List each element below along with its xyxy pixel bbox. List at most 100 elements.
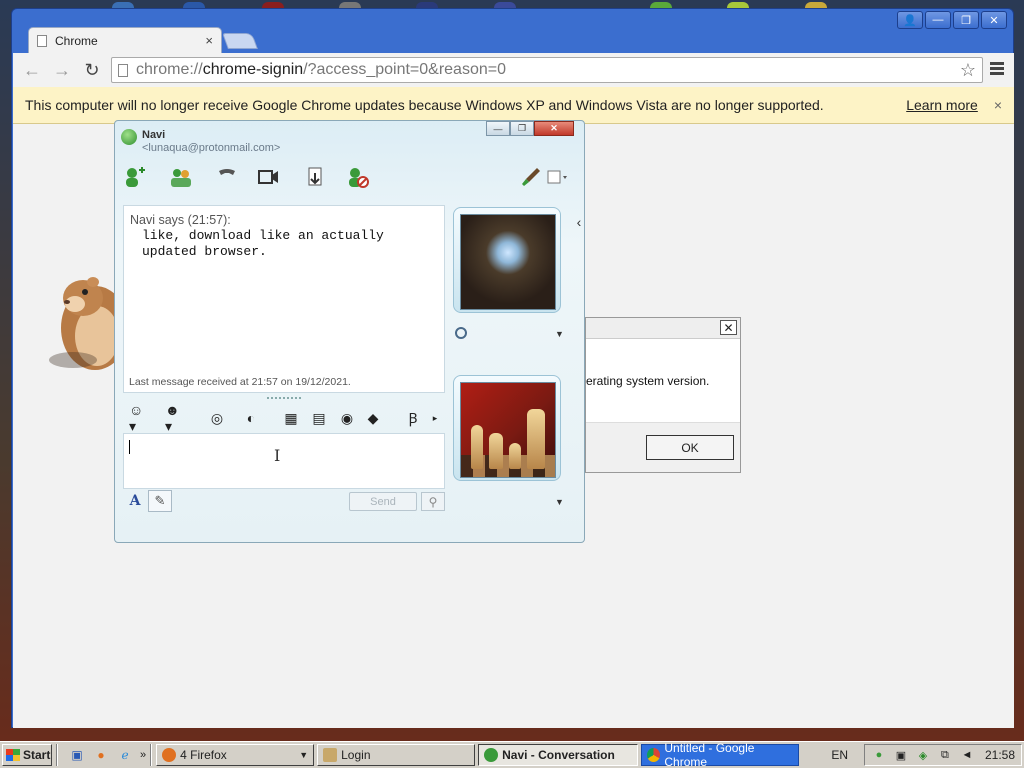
collapse-panel-button[interactable]: ‹	[572, 207, 586, 237]
my-picture-frame[interactable]	[453, 375, 561, 481]
start-label: Start	[23, 748, 51, 762]
ie-icon[interactable]: ℯ	[116, 747, 134, 763]
my-picture-dropdown[interactable]: ▼	[555, 497, 564, 507]
messenger-window: Navi <lunaqua@protonmail.com> — ❐ ✕ Navi…	[114, 120, 585, 543]
volume-icon[interactable]: ◄	[959, 748, 975, 762]
maximize-button[interactable]: ❐	[510, 121, 534, 136]
dialog-close-button[interactable]: ✕	[720, 320, 737, 335]
dialog-message: erating system version.	[586, 374, 710, 388]
background-icon[interactable]: ▦	[281, 409, 301, 427]
task-label: 4 Firefox	[180, 748, 227, 762]
tab-title: Chrome	[55, 33, 98, 48]
invite-icon[interactable]	[169, 165, 193, 189]
last-message-status: Last message received at 21:57 on 19/12/…	[129, 376, 351, 388]
url-host: chrome-signin	[202, 61, 304, 78]
page-icon	[37, 34, 47, 47]
tab-close-icon[interactable]: ×	[205, 33, 213, 48]
start-button[interactable]: Start	[2, 744, 52, 766]
ibeam-cursor-icon: I	[274, 446, 281, 465]
emoticon-icon[interactable]: ☺▾	[129, 402, 149, 434]
forward-arrow-icon[interactable]: →	[51, 59, 73, 81]
firefox-icon[interactable]: ●	[92, 747, 110, 763]
task-label: Navi - Conversation	[502, 748, 615, 762]
messenger-tray-icon[interactable]: ●	[871, 748, 887, 762]
show-desktop-icon[interactable]: ▣	[68, 747, 86, 763]
url-text[interactable]: chrome://chrome-signin/?access_point=0&r…	[136, 61, 952, 79]
quicklaunch-more[interactable]: »	[140, 749, 146, 761]
wink-icon[interactable]: ☻▾	[165, 402, 185, 434]
menu-icon[interactable]	[990, 62, 1004, 76]
handwriting-icon[interactable]: ✎	[148, 490, 172, 512]
clock: 21:58	[984, 748, 1015, 762]
address-bar[interactable]: chrome://chrome-signin/?access_point=0&r…	[111, 57, 983, 83]
font-button[interactable]: A	[125, 492, 145, 510]
minimize-button[interactable]: —	[925, 11, 951, 29]
contact-display-picture	[460, 214, 556, 310]
language-indicator[interactable]: EN	[831, 748, 848, 762]
network-icon[interactable]: ⧉	[937, 748, 953, 762]
back-arrow-icon[interactable]: ←	[21, 59, 43, 81]
text-format-icon[interactable]: Ꞵ	[403, 409, 423, 427]
page-icon	[118, 63, 128, 77]
block-icon[interactable]	[346, 165, 370, 189]
call-icon[interactable]	[215, 165, 239, 189]
shield-icon[interactable]: ◈	[915, 748, 931, 762]
update-infobar: This computer will no longer receive Goo…	[13, 87, 1014, 124]
taskbar-separator	[150, 744, 153, 766]
chrome-icon	[647, 748, 661, 762]
activities-icon[interactable]	[545, 165, 569, 189]
task-login[interactable]: Login	[317, 744, 476, 766]
close-button[interactable]: ✕	[981, 11, 1007, 29]
dialog-titlebar: ✕	[586, 318, 740, 339]
message-sender: Navi says (21:57):	[130, 213, 231, 227]
paint-icon[interactable]	[519, 165, 543, 189]
infobar-close-icon[interactable]: ×	[994, 97, 1002, 113]
ok-button[interactable]: OK	[646, 435, 734, 460]
learn-more-link[interactable]: Learn more	[906, 97, 978, 113]
my-display-picture	[460, 382, 556, 478]
add-contact-icon[interactable]	[123, 165, 147, 189]
close-button[interactable]: ✕	[534, 121, 574, 136]
maximize-button[interactable]: ❐	[953, 11, 979, 29]
search-icon[interactable]: ⚲	[421, 492, 445, 511]
infobar-message: This computer will no longer receive Goo…	[25, 97, 824, 113]
new-tab-button[interactable]	[222, 33, 258, 49]
minimize-button[interactable]: —	[486, 121, 510, 136]
more-arrow-icon[interactable]: ▸	[425, 409, 445, 427]
voice-clip-icon[interactable]: ◐	[241, 409, 261, 427]
bookmark-star-icon[interactable]: ☆	[960, 60, 976, 81]
contact-picture-frame[interactable]	[453, 207, 561, 313]
task-label: Login	[341, 748, 371, 762]
task-navi-conversation[interactable]: Navi - Conversation	[478, 744, 639, 766]
share-files-icon[interactable]	[304, 165, 328, 189]
nudge-icon[interactable]: ◎	[207, 409, 227, 427]
send-button[interactable]: Send	[349, 492, 417, 511]
sound-icon[interactable]: ◉	[337, 409, 357, 427]
profile-button[interactable]: 👤	[897, 11, 923, 29]
message-input[interactable]: I	[123, 433, 445, 489]
contact-email: <lunaqua@protonmail.com>	[142, 142, 281, 154]
webcam-icon[interactable]	[455, 327, 467, 339]
task-label: Untitled - Google Chrome	[664, 741, 755, 768]
messenger-toolbar	[121, 165, 581, 193]
system-tray: ● ▣ ◈ ⧉ ◄ 21:58	[863, 744, 1022, 766]
message-text: like, download like an actually updated …	[142, 228, 384, 259]
reload-icon[interactable]: ↻	[81, 59, 103, 81]
contact-picture-dropdown[interactable]: ▼	[555, 329, 564, 339]
firefox-icon	[162, 748, 177, 762]
tab-chrome[interactable]: Chrome ×	[28, 27, 222, 53]
display-icon[interactable]: ▣	[893, 748, 909, 762]
conversation-history[interactable]: Navi says (21:57): like, download like a…	[123, 205, 445, 393]
taskbar-separator	[56, 744, 58, 766]
resize-splitter[interactable]	[267, 397, 301, 399]
dialog-footer: OK	[586, 422, 740, 472]
video-icon[interactable]	[256, 165, 280, 189]
url-scheme: chrome://	[136, 61, 203, 78]
chevron-down-icon: ▼	[299, 750, 309, 760]
task-firefox[interactable]: 4 Firefox ▼	[156, 744, 315, 766]
gift-icon[interactable]: ◆	[363, 409, 383, 427]
task-google-chrome[interactable]: Untitled - Google Chrome	[641, 741, 800, 768]
games-icon[interactable]: ▤	[309, 409, 329, 427]
text-caret	[129, 440, 130, 454]
messenger-header: Navi <lunaqua@protonmail.com> — ❐ ✕	[115, 121, 584, 161]
